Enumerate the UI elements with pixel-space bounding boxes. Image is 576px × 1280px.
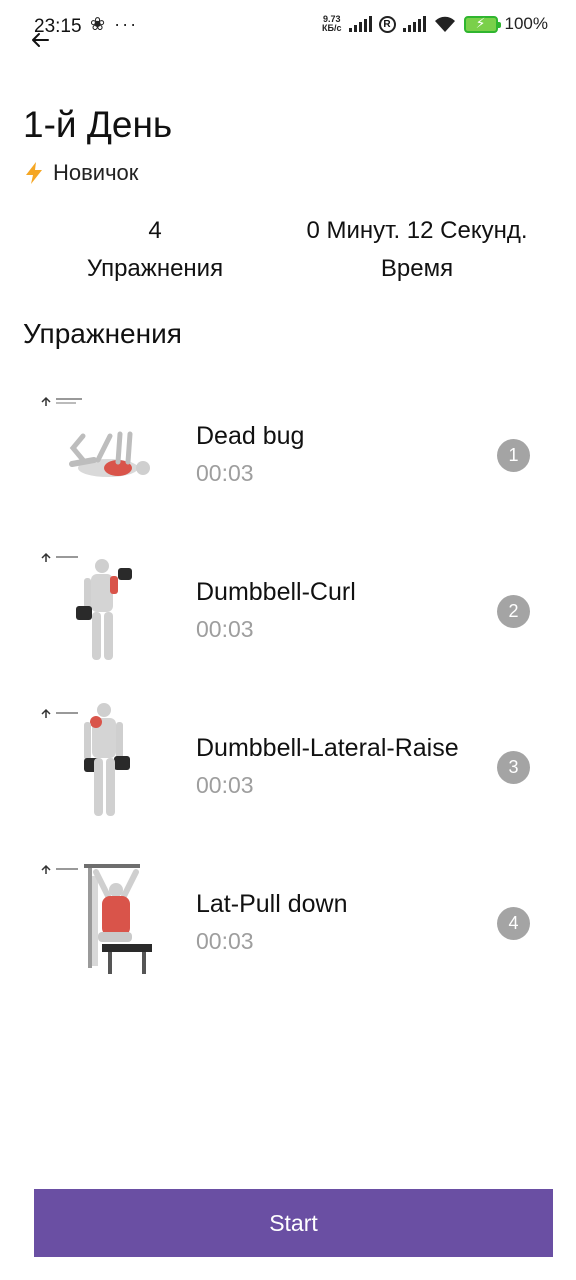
exercise-illustration <box>41 396 150 477</box>
exercise-name: Dead bug <box>196 422 305 450</box>
exercise-duration: 00:03 <box>196 928 254 954</box>
arrow-left-icon[interactable] <box>28 28 52 52</box>
exercise-illustration <box>41 552 132 660</box>
signal-icon-2 <box>402 16 426 32</box>
stat-time-value: 0 Минут. 12 Секунд. <box>306 217 528 244</box>
exercise-index-badge: 1 <box>497 439 530 472</box>
network-speed-unit: КБ/с <box>322 23 342 33</box>
lightning-bolt-icon <box>26 162 42 184</box>
page-title: 1-й День <box>23 104 173 145</box>
network-speed: 9.73 КБ/с <box>322 15 341 33</box>
signal-icon <box>348 16 372 32</box>
exercise-illustration <box>41 864 152 974</box>
stat-total-time: 0 Минут. 12 Секунд. Время <box>282 212 552 288</box>
exercise-name: Dumbbell-Lateral-Raise <box>196 734 459 762</box>
exercise-index-badge: 4 <box>497 907 530 940</box>
status-indicators: 9.73 КБ/с R ⚡ 100% <box>322 14 548 34</box>
list-item[interactable]: Dead bug 00:03 1 <box>0 380 576 536</box>
wifi-icon <box>434 16 455 32</box>
battery-percent: 100% <box>504 14 548 33</box>
list-item[interactable]: Dumbbell-Curl 00:03 2 <box>0 536 576 692</box>
exercise-index-badge: 2 <box>497 595 530 628</box>
exercise-duration: 00:03 <box>196 772 254 798</box>
exercise-duration: 00:03 <box>196 460 254 486</box>
exercise-list: Dead bug 00:03 1 Dumbbell-Curl 00:03 2 D… <box>0 380 576 1004</box>
level-label: Новичок <box>53 160 139 185</box>
exercise-duration: 00:03 <box>196 616 254 642</box>
list-item[interactable]: Lat-Pull down 00:03 4 <box>0 848 576 1004</box>
stat-exercise-count: 4 Упражнения <box>60 212 250 288</box>
notification-icons: ❀ ··· <box>90 14 139 34</box>
status-bar: 23:15 ❀ ··· 9.73 КБ/с R ⚡ 100% <box>0 0 576 56</box>
section-title: Упражнения <box>23 318 182 349</box>
exercise-illustration <box>41 703 130 816</box>
start-button[interactable]: Start <box>34 1189 553 1257</box>
stat-time-label: Время <box>380 255 454 282</box>
exercise-name: Dumbbell-Curl <box>196 578 356 606</box>
exercise-name: Lat-Pull down <box>196 890 348 918</box>
stat-count-label: Упражнения <box>86 255 224 282</box>
roaming-icon: R <box>378 15 396 33</box>
exercise-index-badge: 3 <box>497 751 530 784</box>
stat-count-value: 4 <box>148 217 162 244</box>
level-row: Новичок <box>23 160 138 186</box>
list-item[interactable]: Dumbbell-Lateral-Raise 00:03 3 <box>0 692 576 848</box>
battery-icon: ⚡ <box>463 15 501 33</box>
